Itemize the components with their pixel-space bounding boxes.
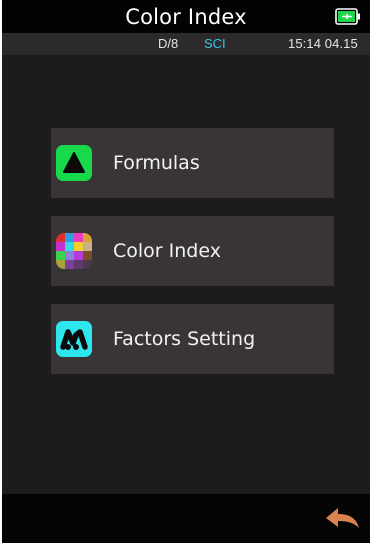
- factors-setting-label: Factors Setting: [113, 328, 256, 350]
- color-grid-icon: [56, 233, 92, 269]
- formulas-button[interactable]: Formulas: [51, 128, 334, 198]
- battery-charging-icon: [335, 8, 360, 25]
- triangle-icon: [56, 145, 92, 181]
- back-arrow-icon[interactable]: [324, 504, 362, 534]
- factors-icon: [56, 321, 92, 357]
- formulas-label: Formulas: [113, 152, 200, 174]
- measure-mode: D/8: [158, 36, 179, 51]
- factors-setting-button[interactable]: Factors Setting: [51, 304, 334, 374]
- bottom-bar: [2, 494, 370, 543]
- sci-indicator: SCI: [204, 36, 226, 51]
- status-bar: D/8 SCI 15:14 04.15: [2, 33, 370, 55]
- color-index-label: Color Index: [113, 240, 221, 262]
- color-index-button[interactable]: Color Index: [51, 216, 334, 286]
- title-bar: Color Index: [2, 0, 370, 33]
- device-screen: Color Index D/8 SCI 15:14 04.15 Formulas: [2, 0, 370, 543]
- clock: 15:14 04.15: [288, 36, 358, 51]
- page-title: Color Index: [125, 5, 247, 29]
